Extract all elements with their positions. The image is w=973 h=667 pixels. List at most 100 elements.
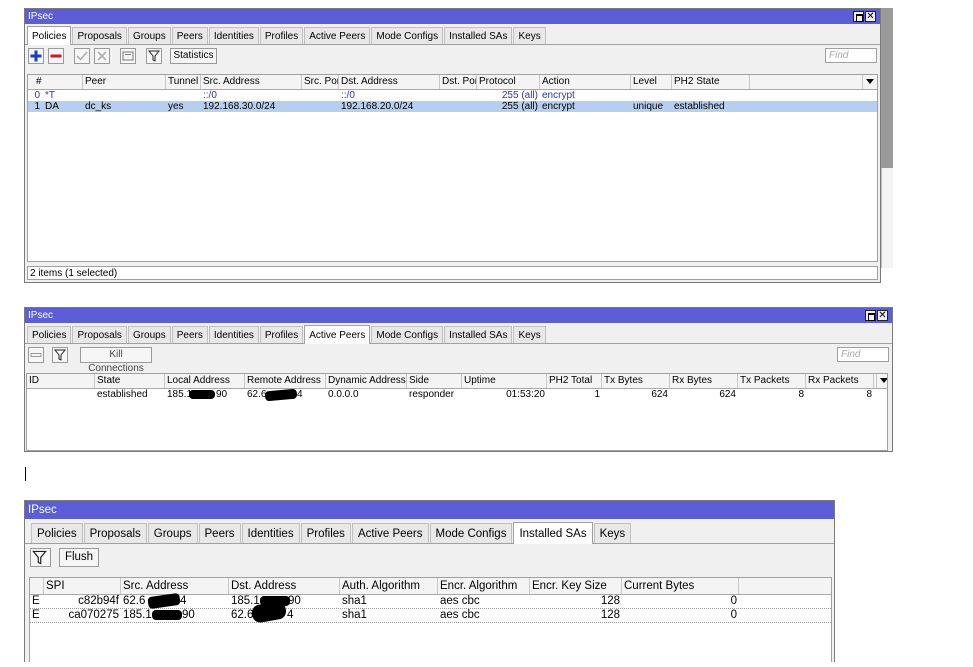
close-button[interactable]: ✕ <box>877 310 888 321</box>
tab-keys[interactable]: Keys <box>593 523 632 543</box>
col-level[interactable]: Level <box>631 75 672 89</box>
col-tunnel[interactable]: Tunnel <box>166 75 201 89</box>
enable-button[interactable] <box>74 48 90 64</box>
tab-profiles[interactable]: Profiles <box>259 27 304 44</box>
tab-proposals[interactable]: Proposals <box>72 326 127 343</box>
col-number[interactable]: # <box>28 75 83 89</box>
tab-keys[interactable]: Keys <box>513 326 546 343</box>
table-row[interactable]: E c82b94f 62.6 4 185.1 90 sha1 aes cbc 1… <box>30 592 831 610</box>
col-tx-packets[interactable]: Tx Packets <box>738 374 806 388</box>
cell-id <box>27 389 95 400</box>
cell-tunnel: yes <box>168 101 184 112</box>
col-src-port[interactable]: Src. Port <box>302 75 339 89</box>
remove-button[interactable] <box>48 48 64 64</box>
filter-button[interactable] <box>146 48 162 64</box>
add-button[interactable] <box>28 48 44 64</box>
disable-button[interactable] <box>94 48 110 64</box>
tab-groups[interactable]: Groups <box>127 326 171 343</box>
maximize-button[interactable] <box>865 310 876 321</box>
col-spi[interactable]: SPI <box>44 578 121 594</box>
tab-identities[interactable]: Identities <box>208 27 259 44</box>
tab-groups[interactable]: Groups <box>147 523 198 543</box>
col-rx-bytes[interactable]: Rx Bytes <box>670 374 738 388</box>
find-input[interactable]: Find <box>837 347 889 362</box>
tab-groups[interactable]: Groups <box>127 27 171 44</box>
kill-connections-button[interactable]: Kill Connections <box>80 347 152 374</box>
tab-mode-configs[interactable]: Mode Configs <box>429 523 513 543</box>
tab-keys[interactable]: Keys <box>513 27 546 44</box>
tab-active-peers[interactable]: Active Peers <box>304 325 371 344</box>
tab-peers[interactable]: Peers <box>171 326 208 343</box>
filter-button[interactable] <box>52 347 68 363</box>
background-window-edge <box>881 8 893 168</box>
x-icon <box>97 51 107 61</box>
col-src-address[interactable]: Src. Address <box>121 578 229 594</box>
tab-profiles[interactable]: Profiles <box>259 326 304 343</box>
minus-icon <box>50 54 62 58</box>
col-dst-address[interactable]: Dst. Address <box>229 578 340 594</box>
tab-active-peers[interactable]: Active Peers <box>304 27 371 44</box>
table-row[interactable]: established 185.1 90 62.6 4 0.0.0.0 resp… <box>27 388 887 402</box>
active-peers-table: ID State Local Address Remote Address Dy… <box>26 373 888 451</box>
find-input[interactable]: Find <box>825 48 877 63</box>
title-bar[interactable]: IPsec ✕ <box>25 308 892 323</box>
col-src-address[interactable]: Src. Address <box>201 75 302 89</box>
tab-active-peers[interactable]: Active Peers <box>351 523 429 543</box>
col-encr-key-size[interactable]: Encr. Key Size <box>530 578 622 594</box>
tab-policies[interactable]: Policies <box>27 326 72 343</box>
col-dst-port[interactable]: Dst. Port <box>440 75 477 89</box>
col-dst-address[interactable]: Dst. Address <box>339 75 440 89</box>
comment-button[interactable] <box>120 48 136 64</box>
cell-ph2-total: 1 <box>594 389 600 400</box>
tab-policies[interactable]: Policies <box>27 26 72 45</box>
col-current-bytes[interactable]: Current Bytes <box>622 578 739 594</box>
title-bar[interactable]: IPsec <box>25 501 834 519</box>
cell-spi: ca070275 <box>68 609 119 621</box>
tab-identities[interactable]: Identities <box>208 326 259 343</box>
filter-button[interactable] <box>30 548 51 567</box>
tab-identities[interactable]: Identities <box>241 523 300 543</box>
title-bar[interactable]: IPsec ✕ <box>25 9 880 24</box>
close-button[interactable]: ✕ <box>865 11 876 22</box>
tab-policies[interactable]: Policies <box>31 523 83 543</box>
col-tx-bytes[interactable]: Tx Bytes <box>602 374 670 388</box>
remove-button[interactable] <box>28 347 44 363</box>
tab-mode-configs[interactable]: Mode Configs <box>371 326 444 343</box>
tab-proposals[interactable]: Proposals <box>83 523 147 543</box>
col-uptime[interactable]: Uptime <box>462 374 547 388</box>
tab-profiles[interactable]: Profiles <box>300 523 351 543</box>
maximize-button[interactable] <box>853 11 864 22</box>
table-row[interactable]: E ca070275 185.1 90 62.6 4 sha1 aes cbc … <box>30 600 831 624</box>
col-auth-algorithm[interactable]: Auth. Algorithm <box>340 578 438 594</box>
tab-peers[interactable]: Peers <box>171 27 208 44</box>
col-ph2-total[interactable]: PH2 Total <box>547 374 602 388</box>
col-local-address[interactable]: Local Address <box>165 374 245 388</box>
table-row[interactable]: 0 *T ::/0 ::/0 255 (all) encrypt <box>28 90 877 101</box>
statistics-button[interactable]: Statistics <box>170 48 217 64</box>
col-encr-algorithm[interactable]: Encr. Algorithm <box>438 578 530 594</box>
tab-mode-configs[interactable]: Mode Configs <box>371 27 444 44</box>
col-side[interactable]: Side <box>407 374 462 388</box>
col-ph2-state[interactable]: PH2 State <box>672 75 750 89</box>
col-action[interactable]: Action <box>540 75 631 89</box>
col-state[interactable]: State <box>95 374 165 388</box>
cell-protocol: 255 (all) <box>501 90 538 101</box>
col-flag[interactable] <box>30 578 44 594</box>
tab-installed-sas[interactable]: Installed SAs <box>513 522 593 544</box>
tab-bar: Policies Proposals Groups Peers Identiti… <box>25 323 892 344</box>
flush-button[interactable]: Flush <box>59 548 99 567</box>
col-dynamic-address[interactable]: Dynamic Address <box>326 374 407 388</box>
table-row[interactable]: 1 DA dc_ks yes 192.168.30.0/24 192.168.2… <box>28 101 877 112</box>
col-id[interactable]: ID <box>27 374 95 388</box>
cell-auth-algorithm: sha1 <box>342 609 367 621</box>
col-peer[interactable]: Peer <box>83 75 166 89</box>
tab-proposals[interactable]: Proposals <box>72 27 127 44</box>
tab-peers[interactable]: Peers <box>198 523 241 543</box>
col-dropdown[interactable] <box>862 75 877 89</box>
col-dropdown[interactable] <box>876 374 887 388</box>
col-rx-packets[interactable]: Rx Packets <box>806 374 874 388</box>
tab-installed-sas[interactable]: Installed SAs <box>444 27 513 44</box>
col-protocol[interactable]: Protocol <box>477 75 540 89</box>
col-remote-address[interactable]: Remote Address <box>245 374 326 388</box>
tab-installed-sas[interactable]: Installed SAs <box>444 326 513 343</box>
